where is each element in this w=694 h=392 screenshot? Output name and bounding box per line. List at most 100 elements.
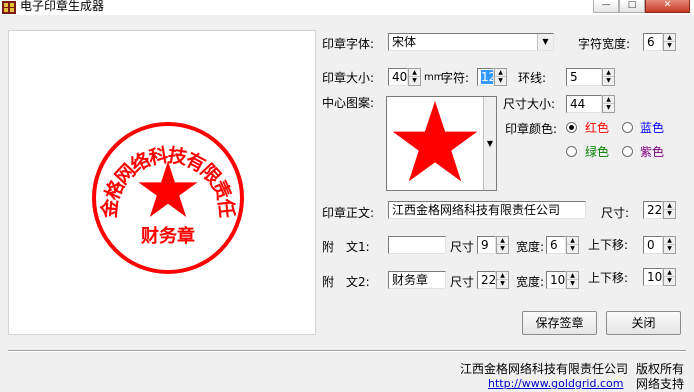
close-button[interactable]: 关闭 xyxy=(606,311,681,335)
sub2-shift-spinner[interactable]: ▲ ▼ xyxy=(663,268,676,286)
color-radio-green[interactable] xyxy=(566,146,577,157)
size-input[interactable]: 40 xyxy=(388,68,408,86)
center-pattern-select[interactable] xyxy=(386,96,497,191)
window-title: 电子印章生成器 xyxy=(20,0,105,13)
spin-down-icon[interactable]: ▼ xyxy=(664,245,675,253)
center-size-spinner[interactable]: ▲ ▼ xyxy=(602,95,615,113)
footer-url-link[interactable]: http://www.goldgrid.com xyxy=(488,376,623,392)
spin-up-icon[interactable]: ▲ xyxy=(664,269,675,277)
spin-down-icon[interactable]: ▼ xyxy=(495,77,506,85)
spin-up-icon[interactable]: ▲ xyxy=(603,96,614,104)
color-blue-label: 蓝色 xyxy=(640,121,665,135)
spin-down-icon[interactable]: ▼ xyxy=(409,77,420,85)
spin-down-icon[interactable]: ▼ xyxy=(664,277,675,285)
spin-down-icon[interactable]: ▼ xyxy=(567,280,578,288)
ring-input[interactable]: 5 xyxy=(566,68,602,86)
main-size-label: 尺寸: xyxy=(601,206,630,220)
sub1-label: 附 文1: xyxy=(322,240,370,254)
sub1-width-spinner[interactable]: ▲ ▼ xyxy=(566,236,579,254)
color-green-label: 绿色 xyxy=(585,145,610,159)
sub1-size-spinner[interactable]: ▲ ▼ xyxy=(496,236,509,254)
footer-rights: 版权所有 xyxy=(636,362,685,376)
font-select[interactable]: 宋体 ▼ xyxy=(388,33,554,51)
sub2-shift-label: 上下移: xyxy=(588,271,629,285)
stamp-ring-text: 江西金格网络科技有限责任公司 xyxy=(9,31,239,220)
sub1-shift-input[interactable]: 0 xyxy=(643,236,663,254)
spin-up-icon[interactable]: ▲ xyxy=(664,202,675,210)
sub1-width-label: 宽度: xyxy=(516,240,545,254)
spin-down-icon[interactable]: ▼ xyxy=(497,245,508,253)
spin-down-icon[interactable]: ▼ xyxy=(567,245,578,253)
char-width-input[interactable]: 6 xyxy=(643,33,663,51)
spin-down-icon[interactable]: ▼ xyxy=(603,77,614,85)
sub1-input[interactable] xyxy=(388,236,446,254)
main-size-spinner[interactable]: ▲ ▼ xyxy=(663,201,676,219)
char-width-spinner[interactable]: ▲ ▼ xyxy=(663,33,676,51)
spin-up-icon[interactable]: ▲ xyxy=(409,69,420,77)
spin-up-icon[interactable]: ▲ xyxy=(664,34,675,42)
stamp-preview-panel: 江西金格网络科技有限责任公司 财务章 xyxy=(0,14,316,335)
main-size-input[interactable]: 22 xyxy=(643,201,663,219)
sub2-size-input[interactable]: 22 xyxy=(477,271,496,289)
color-radio-red[interactable] xyxy=(566,122,577,133)
sub2-input[interactable]: 财务章 xyxy=(388,271,446,289)
close-window-button[interactable]: ✕ xyxy=(645,0,690,13)
sub2-shift-input[interactable]: 10 xyxy=(643,268,663,286)
color-red-label: 红色 xyxy=(585,121,610,135)
char-count-input[interactable]: 12 xyxy=(477,68,494,86)
color-purple-label: 紫色 xyxy=(640,145,665,159)
star-icon xyxy=(392,101,478,182)
char-width-label: 字符宽度: xyxy=(578,37,631,51)
color-radio-purple[interactable] xyxy=(622,146,633,157)
title-bar: 电子印章生成器 — □ ✕ xyxy=(0,0,694,15)
stamp-bottom-text: 财务章 xyxy=(141,225,195,247)
font-select-value: 宋体 xyxy=(392,35,417,49)
app-icon xyxy=(2,1,16,14)
char-count-label: 字符: xyxy=(441,71,470,85)
sub1-width-input[interactable]: 6 xyxy=(546,236,566,254)
spin-down-icon[interactable]: ▼ xyxy=(497,280,508,288)
maximize-button[interactable]: □ xyxy=(619,0,645,13)
center-size-input[interactable]: 44 xyxy=(566,95,602,113)
pattern-dropdown-arrow-icon[interactable]: ▼ xyxy=(483,97,496,190)
sub2-label: 附 文2: xyxy=(322,275,370,289)
sub1-shift-spinner[interactable]: ▲ ▼ xyxy=(663,236,676,254)
sub2-width-input[interactable]: 10 xyxy=(546,271,566,289)
spin-up-icon[interactable]: ▲ xyxy=(495,69,506,77)
sub2-width-spinner[interactable]: ▲ ▼ xyxy=(566,271,579,289)
ring-spinner[interactable]: ▲ ▼ xyxy=(602,68,615,86)
font-label: 印章字体: xyxy=(322,37,375,51)
main-text-label: 印章正文: xyxy=(322,206,375,220)
sub2-size-label: 尺寸 xyxy=(450,275,475,289)
spin-down-icon[interactable]: ▼ xyxy=(664,42,675,50)
spin-up-icon[interactable]: ▲ xyxy=(497,237,508,245)
center-pattern-label: 中心图案: xyxy=(322,96,375,110)
spin-up-icon[interactable]: ▲ xyxy=(497,272,508,280)
size-spinner[interactable]: ▲ ▼ xyxy=(408,68,421,86)
minimize-button[interactable]: — xyxy=(593,0,619,13)
save-stamp-button[interactable]: 保存签章 xyxy=(522,311,597,335)
spin-up-icon[interactable]: ▲ xyxy=(567,272,578,280)
spin-up-icon[interactable]: ▲ xyxy=(567,237,578,245)
sub2-width-label: 宽度: xyxy=(516,275,545,289)
stamp-preview: 江西金格网络科技有限责任公司 财务章 xyxy=(0,14,244,274)
size-label: 印章大小: xyxy=(322,71,375,85)
center-size-label: 尺寸大小: xyxy=(503,97,556,111)
chevron-down-icon[interactable]: ▼ xyxy=(537,34,553,50)
footer-company: 江西金格网络科技有限责任公司 xyxy=(460,362,629,376)
char-count-spinner[interactable]: ▲ ▼ xyxy=(494,68,507,86)
footer-separator xyxy=(8,350,686,352)
footer-support: 网络支持 xyxy=(636,377,685,391)
sub2-size-spinner[interactable]: ▲ ▼ xyxy=(496,271,509,289)
spin-up-icon[interactable]: ▲ xyxy=(664,237,675,245)
color-label: 印章颜色: xyxy=(505,122,558,136)
spin-down-icon[interactable]: ▼ xyxy=(603,104,614,112)
ring-label: 环线: xyxy=(518,71,547,85)
sub1-shift-label: 上下移: xyxy=(588,238,629,252)
sub1-size-label: 尺寸 xyxy=(450,240,475,254)
main-text-input[interactable]: 江西金格网络科技有限责任公司 xyxy=(388,201,586,219)
spin-up-icon[interactable]: ▲ xyxy=(603,69,614,77)
spin-down-icon[interactable]: ▼ xyxy=(664,210,675,218)
color-radio-blue[interactable] xyxy=(622,122,633,133)
sub1-size-input[interactable]: 9 xyxy=(477,236,496,254)
